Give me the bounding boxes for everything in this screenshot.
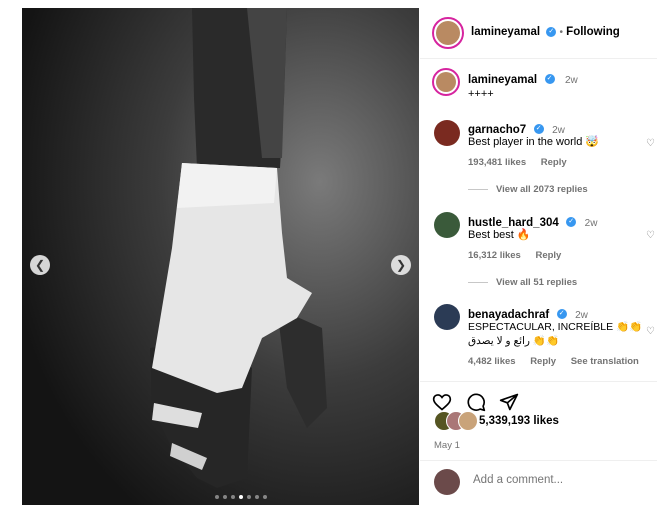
follow-status-button[interactable]: Following xyxy=(566,26,620,38)
verified-icon: ✓ xyxy=(533,123,544,134)
view-replies-button[interactable]: View all 51 replies xyxy=(468,277,577,288)
comment-time: 2w xyxy=(584,218,598,229)
view-replies-label: View all 2073 replies xyxy=(496,184,588,195)
comment-like-icon[interactable]: ♡ xyxy=(646,138,655,149)
verified-icon: ✓ xyxy=(556,308,567,319)
carousel-dot xyxy=(215,495,219,499)
carousel-dot xyxy=(231,495,235,499)
separator-dot: • xyxy=(559,27,563,38)
add-comment-input[interactable] xyxy=(471,473,645,487)
verified-icon: ✓ xyxy=(544,73,555,84)
reply-button[interactable]: Reply xyxy=(530,356,556,367)
post-side-panel: lamineyamal ✓ • Following lamineyamal ✓ … xyxy=(420,8,657,505)
comment-like-icon[interactable]: ♡ xyxy=(646,230,655,241)
send-icon[interactable] xyxy=(499,392,519,412)
comment-icon[interactable] xyxy=(466,392,486,412)
carousel-dot xyxy=(247,495,251,499)
post-date[interactable]: May 1 xyxy=(434,440,460,451)
comment-text: Best player in the world 🤯 xyxy=(468,136,600,148)
chevron-right-icon[interactable]: ❯ xyxy=(391,255,411,275)
author-avatar[interactable] xyxy=(432,17,464,49)
bandaged-hand-photo xyxy=(22,8,419,505)
heart-icon[interactable] xyxy=(432,392,452,412)
post-image[interactable]: ❮ ❯ xyxy=(22,8,419,505)
post-header: lamineyamal ✓ • Following xyxy=(420,8,657,59)
commenter-avatar[interactable] xyxy=(434,304,460,330)
see-translation-button[interactable]: See translation xyxy=(571,356,639,367)
carousel-dot xyxy=(255,495,259,499)
caption-author-avatar[interactable] xyxy=(432,68,460,96)
commenter-avatar[interactable] xyxy=(434,212,460,238)
carousel-dot xyxy=(263,495,267,499)
comment-text: ESPECTACULAR, INCREÍBLE 👏👏 xyxy=(468,321,643,333)
reply-button[interactable]: Reply xyxy=(541,157,567,168)
verified-icon: ✓ xyxy=(546,26,557,37)
comment-text: Best best 🔥 xyxy=(468,229,531,241)
caption-text: ++++ xyxy=(468,88,494,100)
verified-icon: ✓ xyxy=(566,216,577,227)
reply-button[interactable]: Reply xyxy=(535,250,561,261)
comment-composer xyxy=(420,460,657,506)
commenter-avatar[interactable] xyxy=(434,120,460,146)
current-user-avatar xyxy=(434,469,460,495)
liked-by-avatar[interactable] xyxy=(458,411,478,431)
replies-line xyxy=(468,189,488,190)
carousel-indicator xyxy=(215,495,267,499)
chevron-left-icon[interactable]: ❮ xyxy=(30,255,50,275)
comment-likes[interactable]: 16,312 likes xyxy=(468,250,521,261)
comment-likes[interactable]: 4,482 likes xyxy=(468,356,516,367)
carousel-dot-active xyxy=(239,495,243,499)
caption-author-username[interactable]: lamineyamal xyxy=(468,74,537,86)
likes-count[interactable]: 5,339,193 likes xyxy=(479,415,559,427)
comment-like-icon[interactable]: ♡ xyxy=(646,326,655,337)
view-replies-label: View all 51 replies xyxy=(496,277,578,288)
caption-time: 2w xyxy=(564,75,578,86)
comment-likes[interactable]: 193,481 likes xyxy=(468,157,526,168)
author-username[interactable]: lamineyamal xyxy=(471,26,540,38)
replies-line xyxy=(468,282,488,283)
view-replies-button[interactable]: View all 2073 replies xyxy=(468,184,588,195)
comment-text-arabic: رائع و لا يصدق 👏👏 xyxy=(468,335,560,347)
carousel-dot xyxy=(223,495,227,499)
